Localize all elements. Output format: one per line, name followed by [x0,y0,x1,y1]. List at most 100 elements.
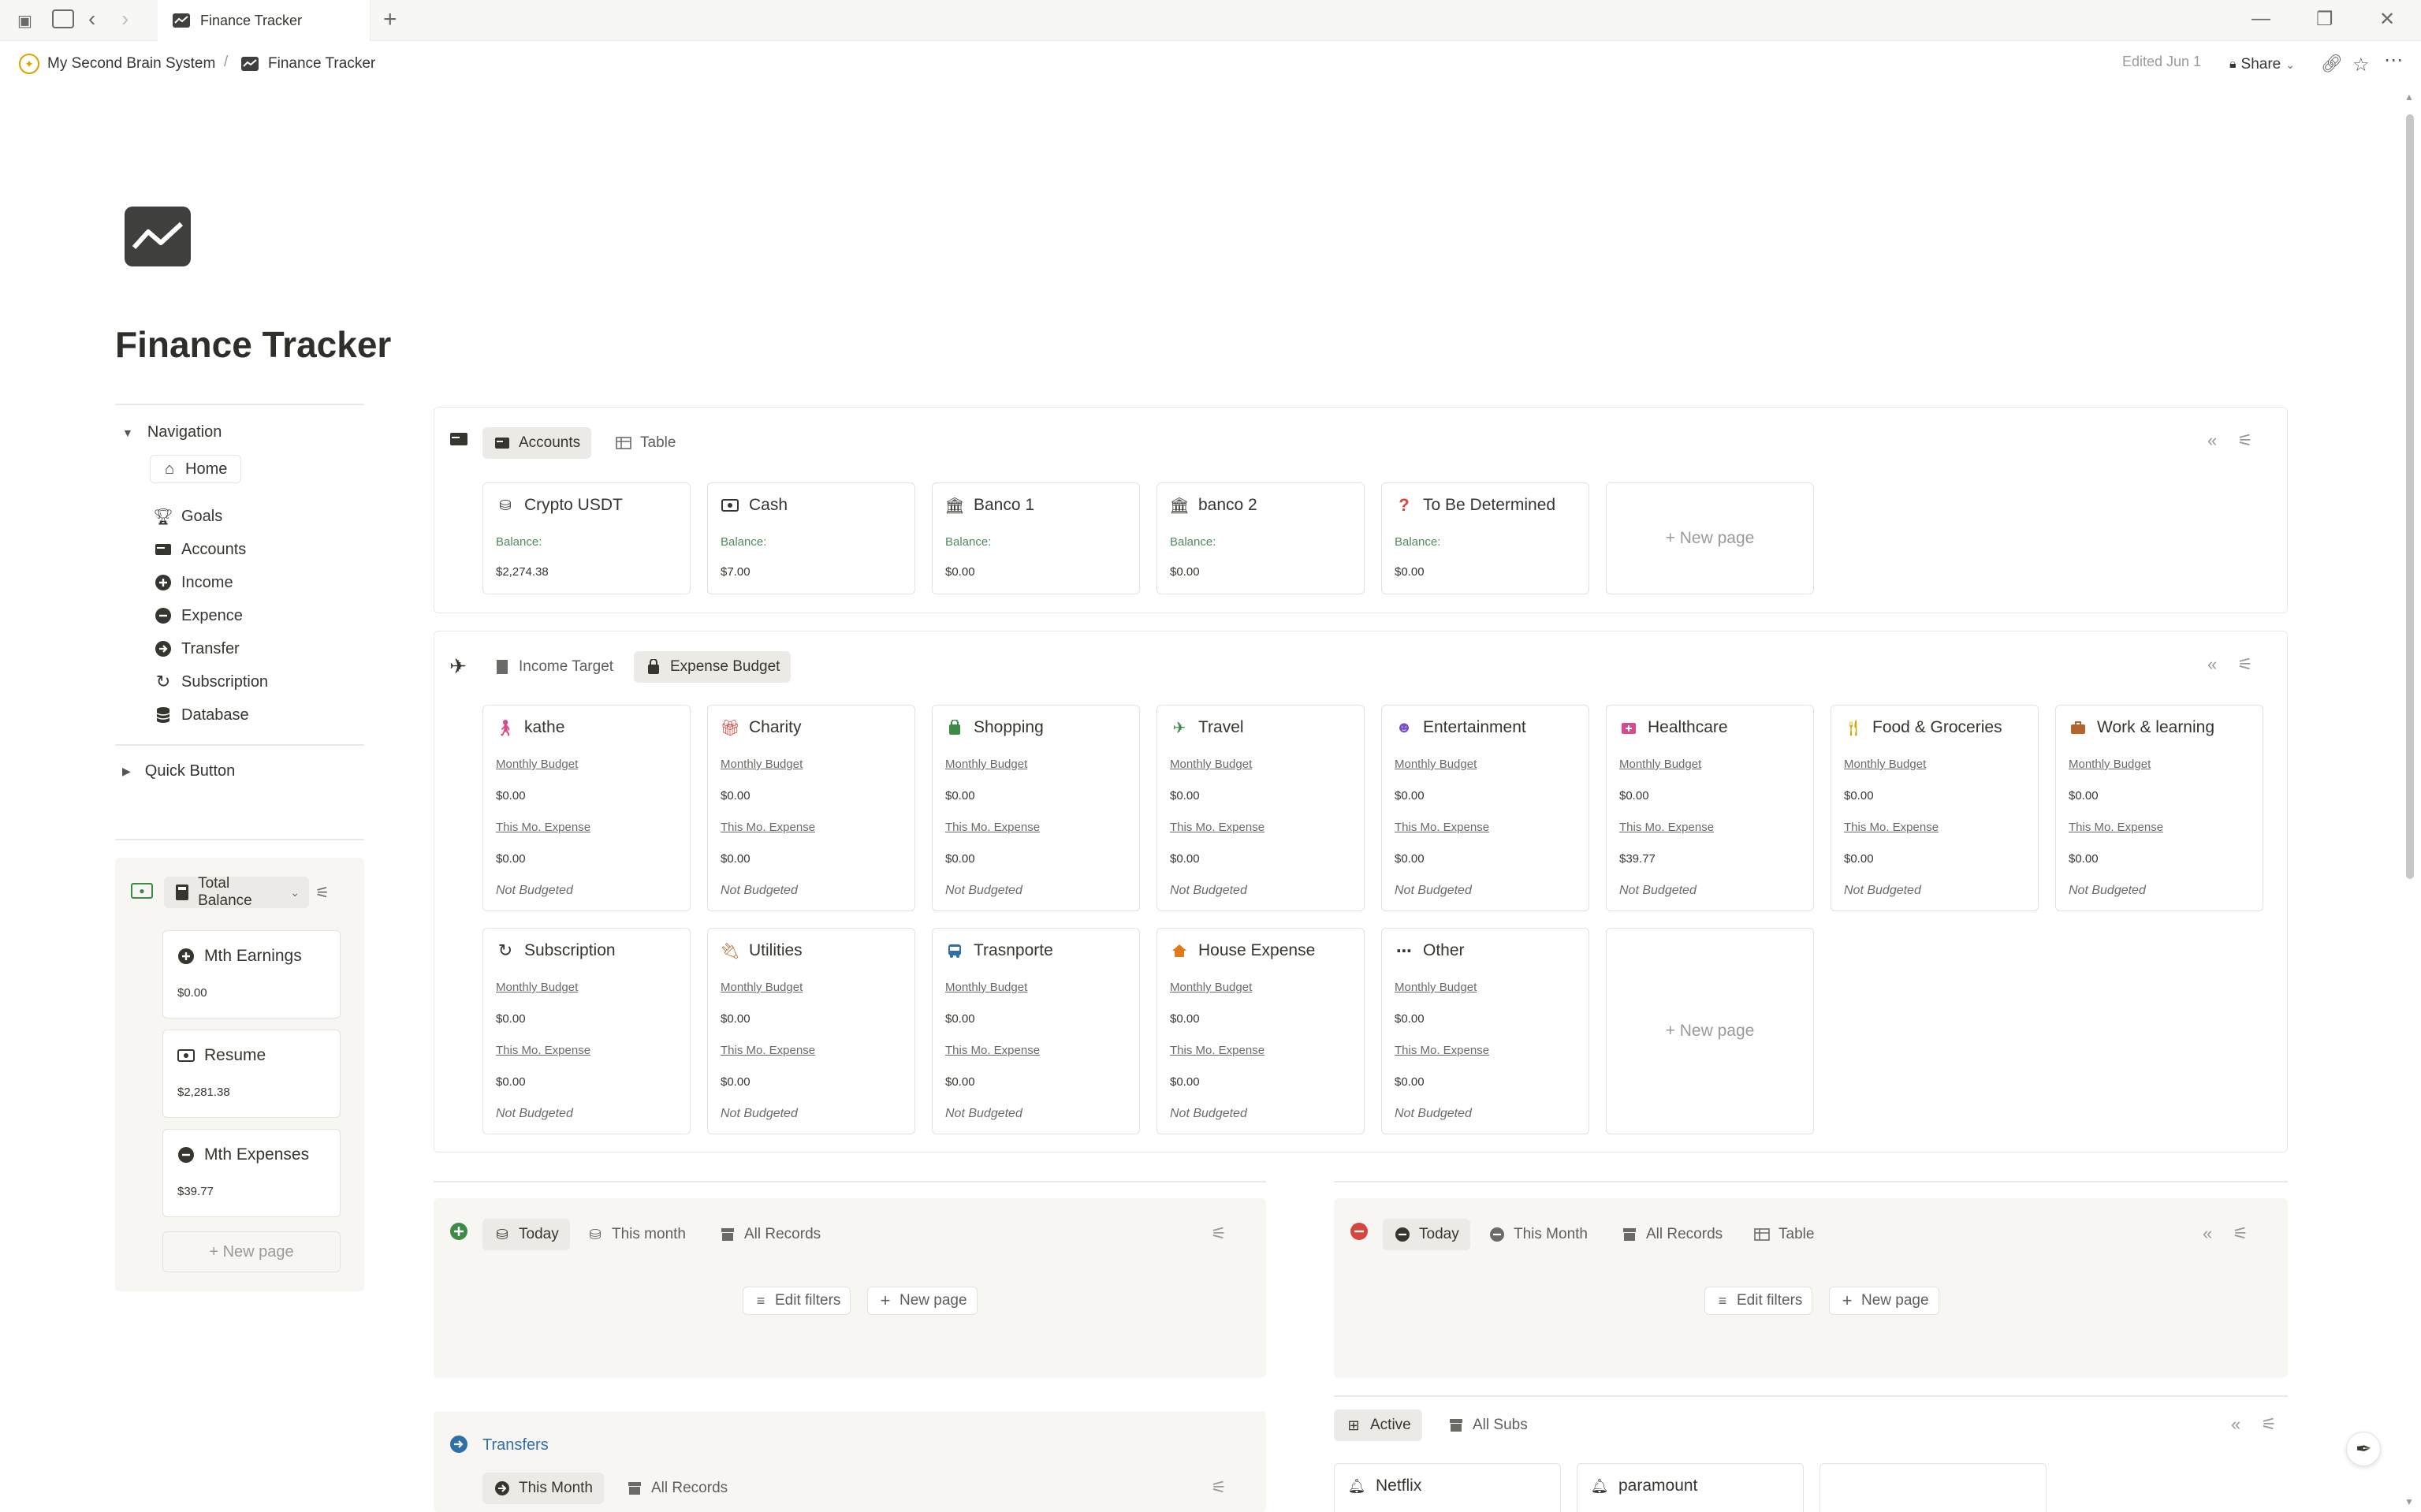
subscription-card-empty[interactable] [1819,1463,2047,1512]
tab-income-this-month[interactable]: ⛁ This month [575,1219,697,1250]
card-title: Resume [204,1046,266,1064]
forward-arrow-icon[interactable]: › [121,6,128,32]
tab-accounts[interactable]: Accounts [482,427,592,459]
new-page-card[interactable]: + New page [1606,928,1814,1134]
budget-card-work-learning[interactable]: Work & learning Monthly Budget $0.00 Thi… [2055,705,2263,911]
tab-income-today[interactable]: ⛁ Today [482,1219,570,1250]
new-page-button[interactable]: + New page [867,1287,978,1315]
monthly-budget-value: $0.00 [721,789,751,803]
collapse-icon[interactable]: « [2207,430,2217,451]
edit-filters-button[interactable]: ≡ Edit filters [743,1287,851,1315]
budget-card-house-expense[interactable]: House Expense Monthly Budget $0.00 This … [1156,928,1365,1134]
tab-expense-all-records[interactable]: All Records [1610,1219,1734,1250]
tab-expense-table[interactable]: Table [1742,1219,1825,1250]
tab-transfers-all-records[interactable]: All Records [615,1473,739,1504]
filter-settings-icon[interactable]: ⚟ [2237,654,2253,675]
coins-icon: ⛁ [496,1226,508,1242]
more-options-icon[interactable]: ⋯ [2384,49,2403,72]
link-icon[interactable]: 🔗︎ [2321,54,2343,74]
collapse-icon[interactable]: « [2231,1414,2240,1435]
budget-card-travel[interactable]: ✈︎ Travel Monthly Budget $0.00 This Mo. E… [1156,705,1365,911]
nav-home-button[interactable]: ⌂ Home [150,455,241,483]
new-page-button[interactable]: + New page [1829,1287,1939,1315]
transfers-title[interactable]: Transfers [482,1436,549,1454]
filter-settings-icon[interactable]: ⚟ [2233,1223,2248,1244]
bell-icon: 🔔︎ [1347,1477,1366,1494]
scrollbar-thumb[interactable] [2406,114,2414,879]
chevron-down-icon: ⌄ [290,885,300,899]
sidebar-toggle-icon[interactable] [52,9,74,28]
star-icon[interactable]: ☆ [2352,54,2370,76]
app-logo-icon[interactable]: ▣ [17,11,32,31]
breadcrumb-workspace[interactable]: ✦ My Second Brain System [19,54,215,74]
nav-item-goals[interactable]: 🏆︎ Goals [153,506,222,527]
budget-card-shopping[interactable]: Shopping Monthly Budget $0.00 This Mo. E… [932,705,1140,911]
question-icon: ? [1399,495,1410,515]
budget-card-charity[interactable]: 🎁︎ Charity Monthly Budget $0.00 This Mo. … [707,705,915,911]
account-card-banco-2[interactable]: 🏛︎ banco 2 Balance: $0.00 [1156,482,1365,594]
card-title: Charity [749,718,802,736]
ai-assistant-button[interactable]: ✒︎ [2346,1432,2381,1466]
back-arrow-icon[interactable]: ‹ [88,6,95,32]
budget-card-healthcare[interactable]: Healthcare Monthly Budget $0.00 This Mo.… [1606,705,1814,911]
page-chart-icon[interactable] [125,207,191,266]
nav-item-accounts[interactable]: Accounts [153,539,246,560]
budget-card-kathe[interactable]: 🚶︎ kathe Monthly Budget $0.00 This Mo. Ex… [482,705,691,911]
scroll-up-arrow-icon[interactable]: ▲ [2404,91,2414,102]
account-card-to-be-determined[interactable]: ? To Be Determined Balance: $0.00 [1381,482,1589,594]
budget-card-trasnporte[interactable]: Trasnporte Monthly Budget $0.00 This Mo.… [932,928,1140,1134]
breadcrumb-page[interactable]: Finance Tracker [240,54,375,74]
collapse-icon[interactable]: « [2207,654,2217,675]
tab-expense-budget[interactable]: Expense Budget [634,651,791,683]
nav-item-income[interactable]: Income [153,572,233,593]
minimize-button[interactable]: — [2252,8,2270,30]
mth-earnings-card[interactable]: Mth Earnings $0.00 [162,930,341,1019]
total-balance-view[interactable]: Total Balance ⌄ [164,875,309,909]
filter-settings-icon[interactable]: ⚟ [1211,1223,1227,1244]
budget-card-other[interactable]: ⋯ Other Monthly Budget $0.00 This Mo. Exp… [1381,928,1589,1134]
tab-finance-tracker[interactable]: Finance Tracker [158,0,371,41]
scroll-down-arrow-icon[interactable]: ▼ [2404,1496,2414,1507]
tab-subs-active[interactable]: ⊞ Active [1334,1410,1422,1441]
new-tab-button[interactable]: + [383,6,397,33]
navigation-toggle[interactable]: ▼ Navigation [122,423,222,441]
mth-expenses-card[interactable]: Mth Expenses $39.77 [162,1129,341,1217]
account-card-banco-1[interactable]: 🏛︎ Banco 1 Balance: $0.00 [932,482,1140,594]
nav-item-expence[interactable]: Expence [153,605,243,626]
new-page-button[interactable]: + New page [162,1231,341,1272]
nav-item-database[interactable]: Database [153,705,249,725]
filter-settings-icon[interactable]: ⚟ [2261,1414,2277,1435]
budget-card-utilities[interactable]: 🔌︎ Utilities Monthly Budget $0.00 This Mo… [707,928,915,1134]
nav-item-subscription[interactable]: ↻ Subscription [153,672,268,692]
card-title: To Be Determined [1423,496,1556,514]
tab-transfers-this-month[interactable]: This Month [482,1473,604,1504]
collapse-icon[interactable]: « [2203,1223,2212,1244]
quick-button-toggle[interactable]: ▶ Quick Button [122,762,235,780]
subscription-card-paramount[interactable]: 🔔︎ paramount [1577,1463,1804,1512]
card-value: $0.00 [177,986,207,1000]
tab-expense-today[interactable]: Today [1383,1219,1470,1250]
tab-income-target[interactable]: Income Target [482,651,624,683]
close-button[interactable]: ✕ [2379,8,2395,31]
nav-label: Income [181,573,233,591]
tab-subs-all[interactable]: All Subs [1436,1410,1539,1441]
tab-table[interactable]: Table [604,427,687,459]
account-card-crypto-usdt[interactable]: ⛁ Crypto USDT Balance: $2,274.38 [482,482,691,594]
tab-expense-this-month[interactable]: This Month [1477,1219,1599,1250]
budget-card-subscription[interactable]: ↻ Subscription Monthly Budget $0.00 This … [482,928,691,1134]
nav-item-transfer[interactable]: Transfer [153,639,240,659]
filter-settings-icon[interactable]: ⚟ [2237,430,2253,451]
new-page-card[interactable]: + New page [1606,482,1814,594]
budget-card-food-groceries[interactable]: 🍴︎ Food & Groceries Monthly Budget $0.00 … [1831,705,2039,911]
tab-income-all-records[interactable]: All Records [708,1219,832,1250]
subscription-card-netflix[interactable]: 🔔︎ Netflix [1334,1463,1561,1512]
account-card-cash[interactable]: Cash Balance: $7.00 [707,482,915,594]
first-aid-icon [1619,718,1638,737]
share-button[interactable]: 🔒︎ Share ⌄ [2223,52,2301,77]
restore-button[interactable]: ❐ [2316,8,2333,31]
filter-settings-icon[interactable]: ⚟ [315,883,330,903]
filter-settings-icon[interactable]: ⚟ [1211,1477,1227,1498]
budget-card-entertainment[interactable]: ☻ Entertainment Monthly Budget $0.00 This… [1381,705,1589,911]
edit-filters-button[interactable]: ≡ Edit filters [1704,1287,1813,1315]
resume-card[interactable]: Resume $2,281.38 [162,1030,341,1118]
